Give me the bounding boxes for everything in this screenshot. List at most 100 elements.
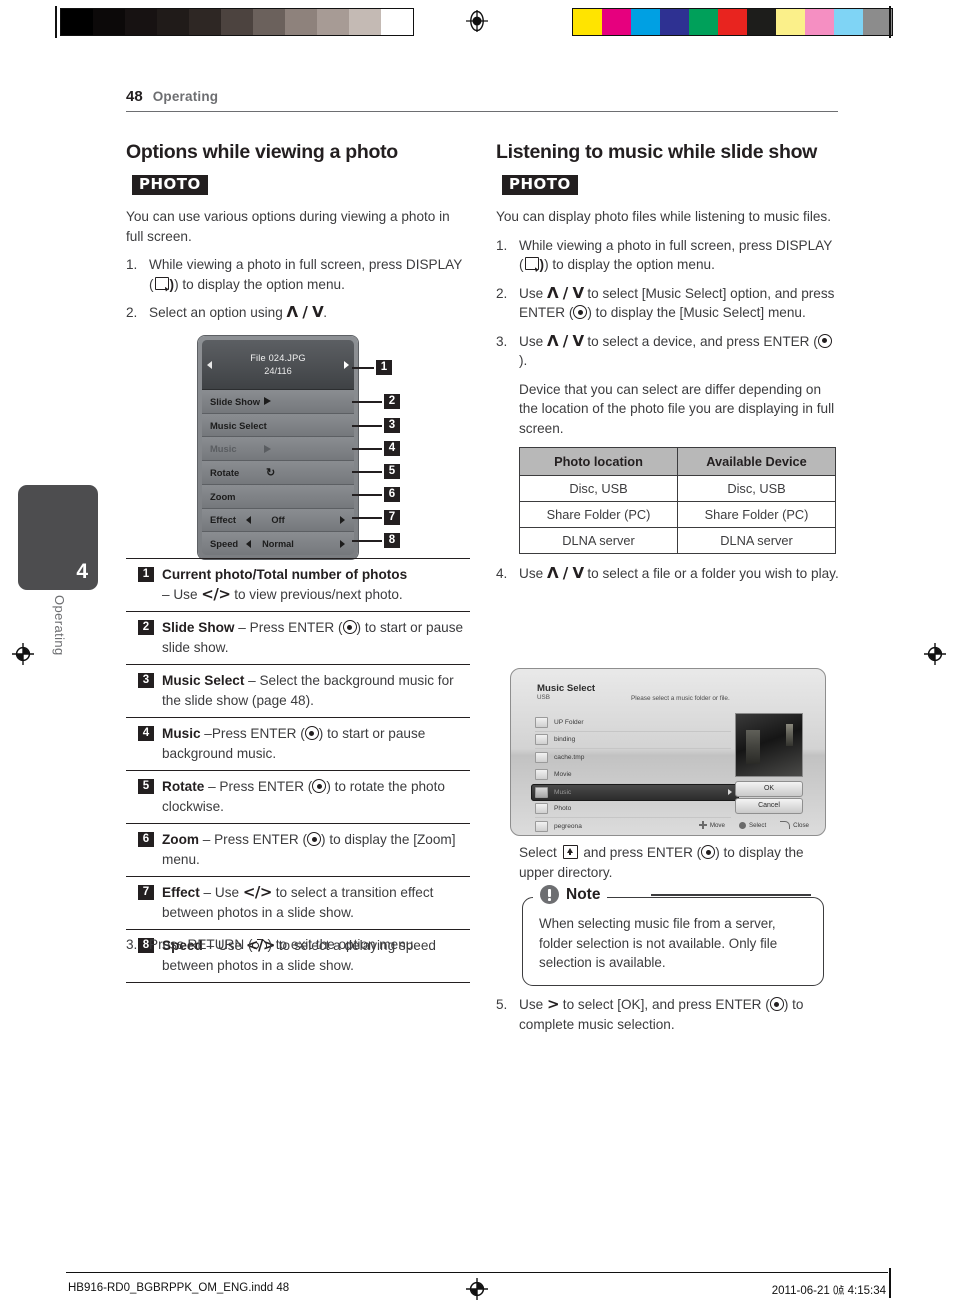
legend-rest-a: –Press ENTER ( [200,726,305,741]
display-icon [524,257,539,270]
step-text-b: ) to display the option menu. [174,276,345,292]
legend-rest-a: – Use [199,885,243,900]
grayscale-swatch [93,9,125,35]
step-number: 1. [126,257,138,272]
bottom-bar-move: Move [698,821,725,829]
right-step-list-3: 5. Use > to select [OK], and press ENTER… [496,995,840,1043]
right-column: Listening to music while slide show PHOT… [496,140,840,593]
right-intro: You can display photo files while listen… [496,209,831,224]
osd-label: Rotate [210,467,240,479]
color-swatch [834,9,863,35]
step-text: Use Λ / V to select a device, and press … [519,332,840,371]
callout-number-badge: 6 [384,487,400,502]
ok-button[interactable]: OK [735,781,803,797]
file-list-item[interactable]: Movie [535,767,731,784]
right-badge-wrap: PHOTO [496,173,840,203]
color-swatch [718,9,747,35]
osd-value: Normal [262,538,294,549]
folio-divider [126,111,838,113]
right-step-3: 3. Use Λ / V to select a device, and pre… [496,332,840,371]
right-arrow-icon[interactable] [340,539,345,548]
note-header: Note [533,885,608,904]
step-text: While viewing a photo in full screen, pr… [519,236,840,275]
osd-row-effect[interactable]: Effect Off [202,508,354,533]
file-list-item[interactable]: Photo [535,801,731,818]
step-text-b: ) to display the option menu. [544,257,715,272]
left-heading: Options while viewing a photo [126,141,398,163]
table-header-row: Photo location Available Device [519,447,836,476]
table-row: Share Folder (PC) Share Folder (PC) [519,501,836,528]
osd-row-music[interactable]: Music [202,437,354,462]
callout-line [352,425,382,427]
page-footer: HB916-RD0_BGBRPPK_OM_ENG.indd 48 2011-06… [0,1268,954,1312]
left-step-1: 1. While viewing a photo in full screen,… [126,255,470,294]
callout-line [352,471,382,473]
up-down-arrows-glyph: Λ / V [546,331,584,350]
after-figure-a: Select [519,845,561,860]
osd-row-rotate[interactable]: Rotate ↻ [202,461,354,485]
callout-3: 3 [352,418,402,433]
osd-label: Music [210,443,237,455]
callout-number-badge: 5 [384,464,400,479]
color-swatch [573,9,602,35]
color-calibration-strip [572,8,893,36]
step-text: Select an option using Λ / V. [149,303,470,323]
up-down-arrows-glyph: Λ / V [286,303,324,321]
osd-row-music-select[interactable]: Music Select [202,413,354,438]
cancel-button[interactable]: Cancel [735,798,803,814]
grayscale-swatch [125,9,157,35]
trim-rule-top-left [55,6,57,38]
callout-number-badge: 2 [384,394,400,409]
step-text-b: ) to exit the option menu. [267,937,418,952]
step-text: Use Λ / V to select [Music Select] optio… [519,284,840,323]
file-list-item[interactable]: Music [531,784,739,801]
table-cell: Share Folder (PC) [677,501,836,528]
right-step-5: 5. Use > to select [OK], and press ENTER… [496,995,840,1034]
right-arrow-glyph: > [546,995,560,1013]
music-select-dialog-figure: Music Select USB Please select a music f… [510,668,826,836]
color-swatch [631,9,660,35]
media-type-badge-photo: PHOTO [132,175,208,195]
folder-icon [535,734,548,746]
folder-icon [535,751,548,763]
legend-title: Music [162,726,201,741]
left-intro: You can use various options during viewi… [126,209,450,244]
callout-line [352,517,382,519]
right-arrow-icon[interactable] [340,515,345,524]
bottom-bar-close: Close [780,821,809,829]
table-cell: DLNA server [677,527,836,554]
note-header-rule [651,894,811,896]
legend-item-5: 5 Rotate – Press ENTER () to rotate the … [126,770,470,823]
callout-number-badge: 1 [376,360,392,375]
step-number: 2. [126,305,138,320]
right-step-1: 1. While viewing a photo in full screen,… [496,236,840,275]
legend-item-1: 1 Current photo/Total number of photos – … [126,558,470,611]
left-step-2: 2. Select an option using Λ / V. [126,303,470,323]
table-cell: DLNA server [519,527,678,554]
color-swatch [660,9,689,35]
file-list-item[interactable]: UP Folder [535,714,731,732]
osd-row-slide-show[interactable]: Slide Show [202,390,354,414]
file-list-item[interactable]: binding [535,732,731,749]
osd-photo-counter: 24/116 [264,366,292,376]
left-right-arrows-glyph: </> [242,883,273,901]
note-body: When selecting music file from a server,… [539,916,778,970]
right-step-list-2: 4. Use Λ / V to select a file or a folde… [496,564,840,584]
osd-row-speed[interactable]: Speed Normal [202,532,354,555]
grayscale-swatch [285,9,317,35]
folder-icon [535,803,548,815]
osd-row-zoom[interactable]: Zoom [202,484,354,509]
prev-photo-arrow-icon[interactable] [207,360,212,369]
next-photo-arrow-icon[interactable] [344,360,349,369]
file-list-item[interactable]: cache.tmp [535,749,731,767]
osd-label: Zoom [210,490,236,502]
callout-line [352,540,382,542]
enter-icon [817,333,832,348]
grayscale-swatch [381,9,413,35]
dialog-subtitle: USB [537,694,550,701]
legend-title: Zoom [162,832,199,847]
table-cell: Share Folder (PC) [519,501,678,528]
step-text: Press RETURN () to exit the option menu. [149,935,470,955]
legend-number: 2 [138,620,154,635]
chapter-label: Operating [52,595,67,656]
